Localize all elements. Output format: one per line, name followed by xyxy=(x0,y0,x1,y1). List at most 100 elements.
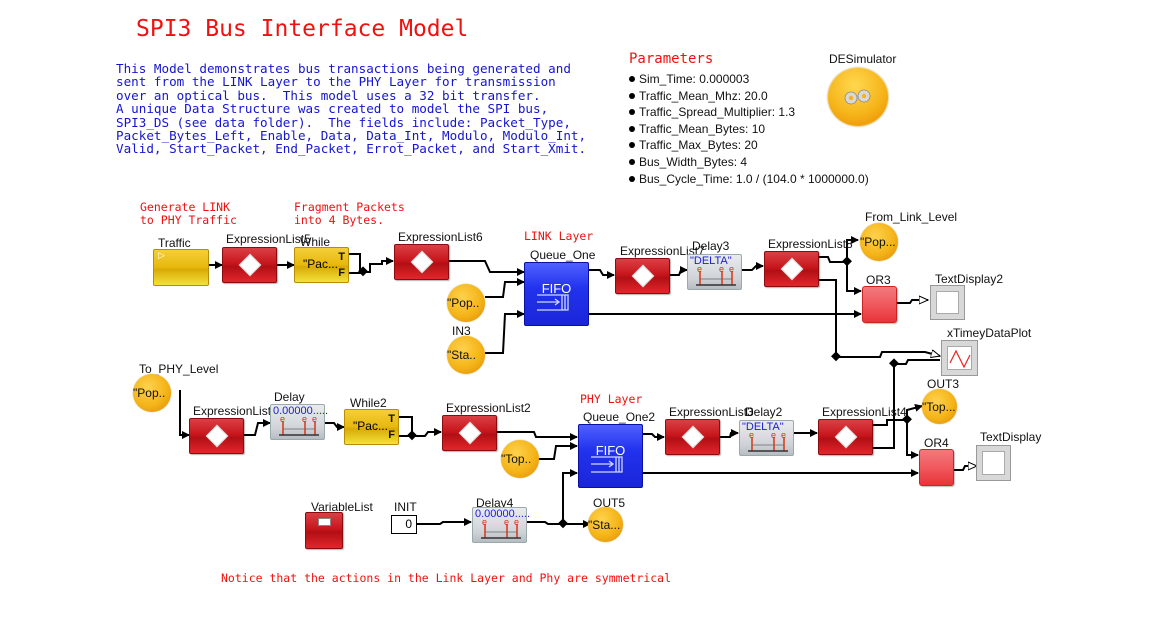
wire xyxy=(895,300,928,303)
model-description: This Model demonstrates bus transactions… xyxy=(116,61,587,157)
parameter-item[interactable]: Bus_Cycle_Time: 1.0 / (104.0 * 1000000.0… xyxy=(629,171,869,188)
wire xyxy=(536,442,578,460)
textdisplay-block[interactable] xyxy=(976,445,1011,481)
page-title: SPI3 Bus Interface Model xyxy=(136,16,469,42)
wire xyxy=(846,262,862,295)
annotation-fragment: Fragment Packets into 4 Bytes. xyxy=(294,200,405,227)
svg-text:e: e xyxy=(302,415,307,424)
diamond-icon xyxy=(681,425,704,449)
diamond-icon xyxy=(205,424,228,448)
parameter-item[interactable]: Traffic_Max_Bytes: 20 xyxy=(629,137,869,154)
svg-text:e: e xyxy=(719,265,724,274)
junction-dot xyxy=(842,256,852,267)
annotation-notice: Notice that the actions in the Link Laye… xyxy=(221,571,672,585)
de-simulator-director[interactable] xyxy=(828,68,888,126)
expressionlist5-block[interactable] xyxy=(222,247,277,283)
queue-one2-label: Queue_One2 xyxy=(583,410,656,424)
delay2-block[interactable]: "DELTA" eee xyxy=(739,420,794,456)
svg-text:e: e xyxy=(312,415,317,424)
or4-block[interactable] xyxy=(919,449,954,486)
wire xyxy=(669,266,688,276)
expressionlist2-block[interactable] xyxy=(442,415,497,451)
delay-icon: eee xyxy=(279,415,319,436)
init-label: INIT xyxy=(394,500,417,514)
in3-constant[interactable]: "Sta.. xyxy=(447,336,485,374)
textdisplay2-block[interactable] xyxy=(930,285,965,320)
wire xyxy=(588,269,615,279)
expressionlist8-block[interactable] xyxy=(764,251,819,287)
link-pop-constant[interactable]: "Pop.. xyxy=(447,284,485,322)
queue-icon xyxy=(591,456,623,473)
expressionlist3-block[interactable] xyxy=(665,419,720,455)
wire xyxy=(953,466,977,471)
svg-text:e: e xyxy=(729,265,734,274)
svg-text:e: e xyxy=(482,518,487,527)
wire xyxy=(448,260,525,276)
wire xyxy=(906,420,919,459)
variablelist-block[interactable] xyxy=(305,512,343,549)
wire xyxy=(323,422,345,431)
queue-one-fifo-block[interactable]: FIFO xyxy=(524,262,589,326)
delay3-block[interactable]: "DELTA" eee xyxy=(687,254,742,290)
expressionlist5-label: ExpressionList5 xyxy=(226,232,311,246)
init-constant[interactable]: 0 xyxy=(391,515,417,534)
expressionlist6-block[interactable] xyxy=(394,244,449,280)
wire xyxy=(740,262,764,271)
traffic-label: Traffic xyxy=(158,236,191,250)
false-port-label: F xyxy=(338,267,345,279)
textdisplay2-label: TextDisplay2 xyxy=(935,272,1004,286)
junction-dot xyxy=(407,430,417,441)
svg-text:e: e xyxy=(504,518,509,527)
wire xyxy=(485,278,525,298)
queue-one2-fifo-block[interactable]: FIFO xyxy=(578,424,643,488)
junction-dot xyxy=(889,358,899,369)
wire xyxy=(417,518,472,526)
wire xyxy=(562,469,578,524)
queue-one-label: Queue_One xyxy=(530,248,596,262)
while2-label: While2 xyxy=(350,396,387,410)
while-block[interactable]: "Pac... T F xyxy=(294,247,349,283)
out3-output[interactable]: "Top... xyxy=(922,389,957,424)
traffic-source-block[interactable]: ▷ xyxy=(153,249,209,286)
wire xyxy=(641,433,665,441)
svg-text:e: e xyxy=(280,415,285,424)
expressionlist2-label: ExpressionList2 xyxy=(446,401,531,415)
delay3-label: Delay3 xyxy=(692,239,730,253)
xtimey-label: xTimeyDataPlot xyxy=(947,326,1032,340)
true-port-label: T xyxy=(388,413,395,425)
xtimey-dataplot-block[interactable] xyxy=(941,340,978,376)
diamond-icon xyxy=(458,421,481,445)
expressionlist1-block[interactable] xyxy=(189,418,244,454)
svg-text:e: e xyxy=(514,518,519,527)
while-condition: "Pac... xyxy=(303,257,338,271)
gears-icon xyxy=(844,89,871,105)
out5-output[interactable]: "Sta... xyxy=(588,507,623,542)
from-link-level-output[interactable]: "Pop... xyxy=(860,223,898,261)
expressionlist6-label: ExpressionList6 xyxy=(398,230,483,244)
svg-text:e: e xyxy=(781,431,786,440)
expressionlist7-block[interactable] xyxy=(615,258,670,294)
plot-icon xyxy=(949,349,971,369)
expressionlist8-label: ExpressionList8 xyxy=(768,237,853,251)
or4-label: OR4 xyxy=(924,436,949,450)
parameters-heading: Parameters xyxy=(629,51,714,67)
annotation-generate: Generate LINK to PHY Traffic xyxy=(140,200,237,227)
delay-label: Delay xyxy=(274,390,305,404)
wire xyxy=(485,310,525,354)
delay2-label: Delay2 xyxy=(745,405,783,419)
or3-block[interactable] xyxy=(862,286,897,323)
phy-top-constant[interactable]: "Top.. xyxy=(501,440,539,478)
to-phy-level-input[interactable]: "Pop.. xyxy=(133,374,171,412)
delay-icon: eee xyxy=(696,265,736,286)
queue-icon xyxy=(537,294,569,311)
parameter-item[interactable]: Bus_Width_Bytes: 4 xyxy=(629,154,869,171)
wire xyxy=(179,390,190,439)
svg-text:e: e xyxy=(697,265,702,274)
diamond-icon xyxy=(631,264,654,288)
delay4-block[interactable]: 0.00000..... eee xyxy=(472,507,530,543)
delay-block[interactable]: 0.00000..... eee xyxy=(270,404,328,440)
true-port-label: T xyxy=(338,251,345,263)
textdisplay-label: TextDisplay xyxy=(980,430,1042,444)
while2-block[interactable]: "Pac... T F xyxy=(344,409,399,445)
expressionlist4-block[interactable] xyxy=(818,419,873,455)
